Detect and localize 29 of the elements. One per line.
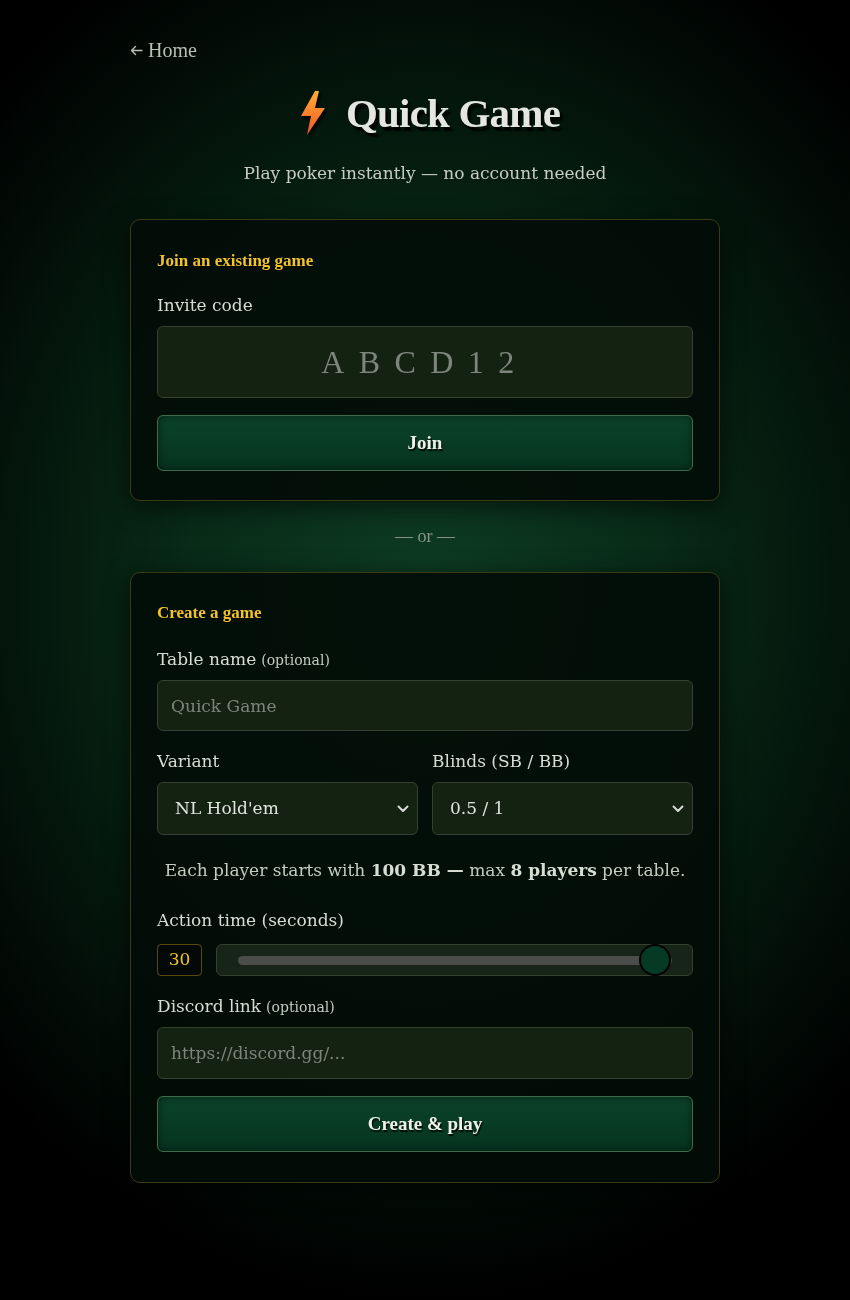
optional-note: (optional): [261, 651, 330, 670]
field-label: Blinds (SB / BB): [432, 750, 571, 772]
field-label: Action time (seconds): [157, 909, 344, 931]
table-name-field[interactable]: Quick Game: [157, 680, 693, 731]
join-button[interactable]: Join: [157, 415, 693, 471]
variant-select[interactable]: NL Hold'em: [157, 782, 418, 835]
invite-code-field[interactable]: ABCD12: [157, 326, 693, 398]
blinds-select[interactable]: 0.5 / 1: [432, 782, 693, 835]
optional-note: (optional): [266, 998, 335, 1017]
action-time-slider-track[interactable]: [216, 944, 693, 976]
slider-thumb[interactable]: [638, 944, 671, 976]
field-label: Discord link: [157, 995, 262, 1017]
chevron-down-icon: [397, 804, 409, 813]
page-subtitle: Play poker instantly — no account needed: [242, 162, 608, 185]
home-link[interactable]: Home: [130, 36, 197, 64]
field-label: Variant: [157, 750, 220, 772]
lightning-bolt-icon: [299, 91, 326, 135]
page-title: Quick Game: [345, 92, 561, 134]
field-label: Invite code: [157, 294, 253, 316]
or-divider: — or —: [394, 525, 456, 548]
discord-link-field[interactable]: https://discord.gg/...: [157, 1027, 693, 1079]
field-label: Table name: [157, 648, 257, 670]
action-time-value: 30: [157, 944, 202, 976]
card-heading: Join an existing game: [157, 250, 315, 272]
arrow-left-icon: [130, 44, 143, 56]
create-and-play-button[interactable]: Create & play: [157, 1096, 693, 1152]
stack-info-text: Each player starts with 100 BB — max 8 players per table.: [163, 859, 687, 882]
card-heading: Create a game: [157, 602, 263, 624]
chevron-down-icon: [672, 804, 684, 813]
